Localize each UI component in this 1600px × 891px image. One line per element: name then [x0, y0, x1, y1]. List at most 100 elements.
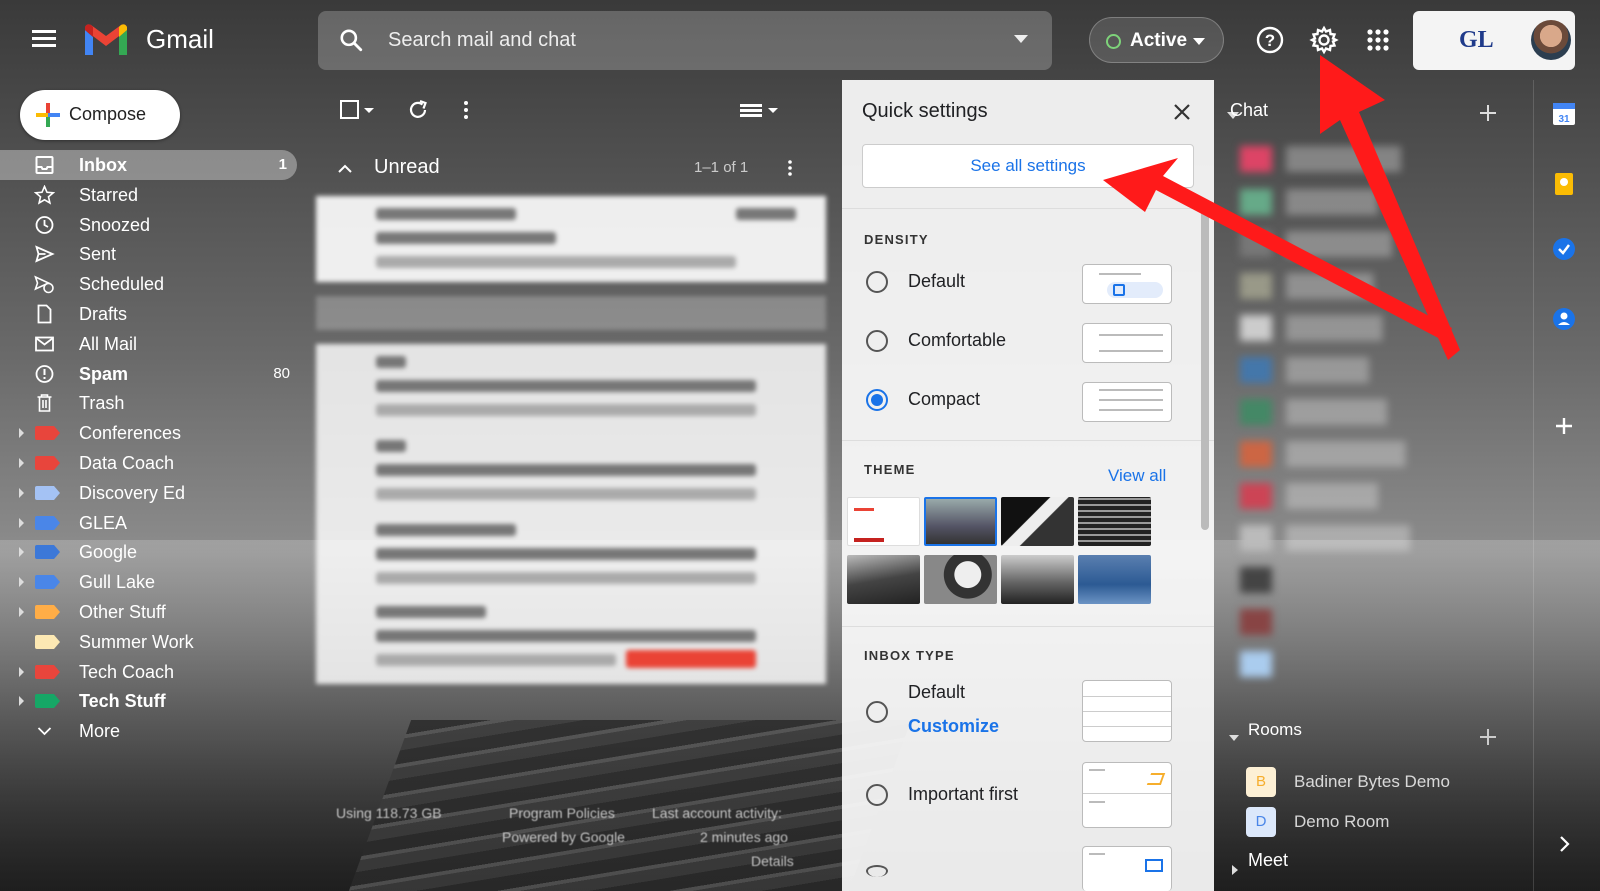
rooms-heading[interactable]: Rooms [1248, 720, 1302, 740]
inbox-important-first-radio[interactable] [866, 784, 888, 806]
select-checkbox-icon[interactable] [338, 98, 362, 122]
program-policies-link[interactable]: Program Policies [509, 805, 615, 821]
density-comfortable-thumbnail[interactable] [1082, 323, 1172, 363]
sidebar-item-scheduled[interactable]: Scheduled [0, 269, 300, 299]
expand-arrow-icon[interactable] [19, 457, 24, 468]
chat-contact[interactable] [1240, 483, 1470, 509]
sidebar-label-summer-work[interactable]: Summer Work [0, 627, 300, 657]
expand-arrow-icon[interactable] [19, 606, 24, 617]
split-pane-icon[interactable] [738, 98, 782, 122]
sidebar-label-tech-stuff[interactable]: Tech Stuff [0, 686, 300, 716]
inbox-default-thumbnail[interactable] [1082, 680, 1172, 742]
sidebar-label-google[interactable]: Google [0, 537, 300, 567]
add-icon[interactable] [1550, 412, 1578, 440]
gear-icon[interactable] [1308, 24, 1340, 56]
gmail-logo-icon[interactable] [82, 22, 130, 58]
tasks-icon[interactable] [1550, 235, 1578, 263]
sidebar-item-spam[interactable]: Spam 80 [0, 359, 300, 389]
sidebar-label-data-coach[interactable]: Data Coach [0, 448, 300, 478]
room-item[interactable]: B Badiner Bytes Demo [1246, 767, 1496, 799]
chat-heading[interactable]: Chat [1230, 100, 1268, 121]
expand-arrow-icon[interactable] [19, 428, 24, 439]
chevron-right-icon[interactable] [1550, 830, 1578, 858]
table-row[interactable] [316, 296, 826, 330]
select-menu-chevron-down-icon[interactable] [362, 98, 376, 122]
room-item[interactable]: D Demo Room [1246, 807, 1496, 839]
chat-contact[interactable] [1240, 146, 1470, 172]
chat-contact[interactable] [1240, 609, 1470, 635]
help-icon[interactable]: ? [1254, 24, 1286, 56]
refresh-icon[interactable] [406, 98, 430, 122]
chat-contact[interactable] [1240, 441, 1470, 467]
chat-contact[interactable] [1240, 231, 1470, 257]
search-options-chevron-down-icon[interactable] [1014, 35, 1028, 43]
sidebar-item-starred[interactable]: Starred [0, 180, 300, 210]
chevron-up-icon[interactable] [336, 160, 354, 178]
account-area[interactable]: GL [1413, 11, 1575, 70]
inbox-unread-first-thumbnail[interactable] [1082, 846, 1172, 891]
theme-pier-thumbnail[interactable] [924, 497, 997, 546]
sidebar-item-snoozed[interactable]: Snoozed [0, 210, 300, 240]
theme-default-thumbnail[interactable] [847, 497, 920, 546]
expand-arrow-icon[interactable] [19, 696, 24, 707]
new-chat-plus-icon[interactable] [1478, 103, 1498, 123]
customize-link[interactable]: Customize [908, 716, 999, 737]
new-room-plus-icon[interactable] [1478, 727, 1498, 747]
sidebar-label-conferences[interactable]: Conferences [0, 418, 300, 448]
unread-section-header[interactable]: Unread 1–1 of 1 [318, 150, 828, 186]
expand-arrow-icon[interactable] [19, 517, 24, 528]
chat-contact[interactable] [1240, 651, 1470, 677]
contacts-icon[interactable] [1550, 305, 1578, 333]
chat-contact[interactable] [1240, 525, 1470, 551]
apps-grid-icon[interactable] [1362, 24, 1394, 56]
close-icon[interactable] [1172, 102, 1192, 122]
chat-contact[interactable] [1240, 399, 1470, 425]
theme-road-thumbnail[interactable] [1001, 497, 1074, 546]
main-menu-icon[interactable] [30, 26, 58, 54]
search-bar[interactable] [318, 11, 1052, 70]
see-all-settings-button[interactable]: See all settings [862, 144, 1194, 188]
avatar[interactable] [1531, 20, 1571, 60]
chat-contact[interactable] [1240, 189, 1470, 215]
density-compact-radio[interactable] [866, 389, 888, 411]
rooms-collapse-chevron-down-icon[interactable] [1228, 732, 1240, 744]
table-row[interactable] [316, 196, 826, 282]
more-vert-icon[interactable] [454, 98, 478, 122]
more-vert-icon[interactable] [780, 158, 800, 178]
sidebar-label-glea[interactable]: GLEA [0, 508, 300, 538]
chat-contact[interactable] [1240, 273, 1470, 299]
expand-arrow-icon[interactable] [19, 666, 24, 677]
sidebar-item-sent[interactable]: Sent [0, 239, 300, 269]
search-input[interactable] [388, 11, 968, 70]
status-button[interactable]: Active [1089, 17, 1224, 63]
sidebar-item-drafts[interactable]: Drafts [0, 299, 300, 329]
calendar-icon[interactable]: 31 [1550, 100, 1578, 128]
expand-arrow-icon[interactable] [19, 547, 24, 558]
sidebar-item-all-mail[interactable]: All Mail [0, 329, 300, 359]
chat-contact[interactable] [1240, 357, 1470, 383]
chat-contact[interactable] [1240, 315, 1470, 341]
details-link[interactable]: Details [751, 853, 794, 869]
search-icon[interactable] [338, 27, 364, 53]
theme-stairs-thumbnail[interactable] [1078, 497, 1151, 546]
expand-arrow-icon[interactable] [19, 487, 24, 498]
theme-dock-thumbnail[interactable] [1001, 555, 1074, 604]
theme-arch-thumbnail[interactable] [924, 555, 997, 604]
theme-mountains-thumbnail[interactable] [847, 555, 920, 604]
sidebar-item-inbox[interactable]: Inbox 1 [0, 150, 297, 180]
org-logo[interactable]: GL [1459, 27, 1494, 54]
density-comfortable-radio[interactable] [866, 330, 888, 352]
sidebar-item-trash[interactable]: Trash [0, 388, 300, 418]
panel-scrollbar[interactable] [1201, 208, 1209, 530]
expand-arrow-icon[interactable] [19, 577, 24, 588]
sidebar-label-other-stuff[interactable]: Other Stuff [0, 597, 300, 627]
sidebar-label-tech-coach[interactable]: Tech Coach [0, 657, 300, 687]
density-compact-thumbnail[interactable] [1082, 382, 1172, 422]
inbox-important-first-thumbnail[interactable] [1082, 762, 1172, 828]
sidebar-item-more[interactable]: More [0, 716, 300, 746]
sidebar-label-gull-lake[interactable]: Gull Lake [0, 567, 300, 597]
view-all-themes-link[interactable]: View all [1108, 466, 1166, 486]
keep-icon[interactable] [1550, 170, 1578, 198]
inbox-default-radio[interactable] [866, 701, 888, 723]
meet-heading[interactable]: Meet [1248, 850, 1288, 871]
